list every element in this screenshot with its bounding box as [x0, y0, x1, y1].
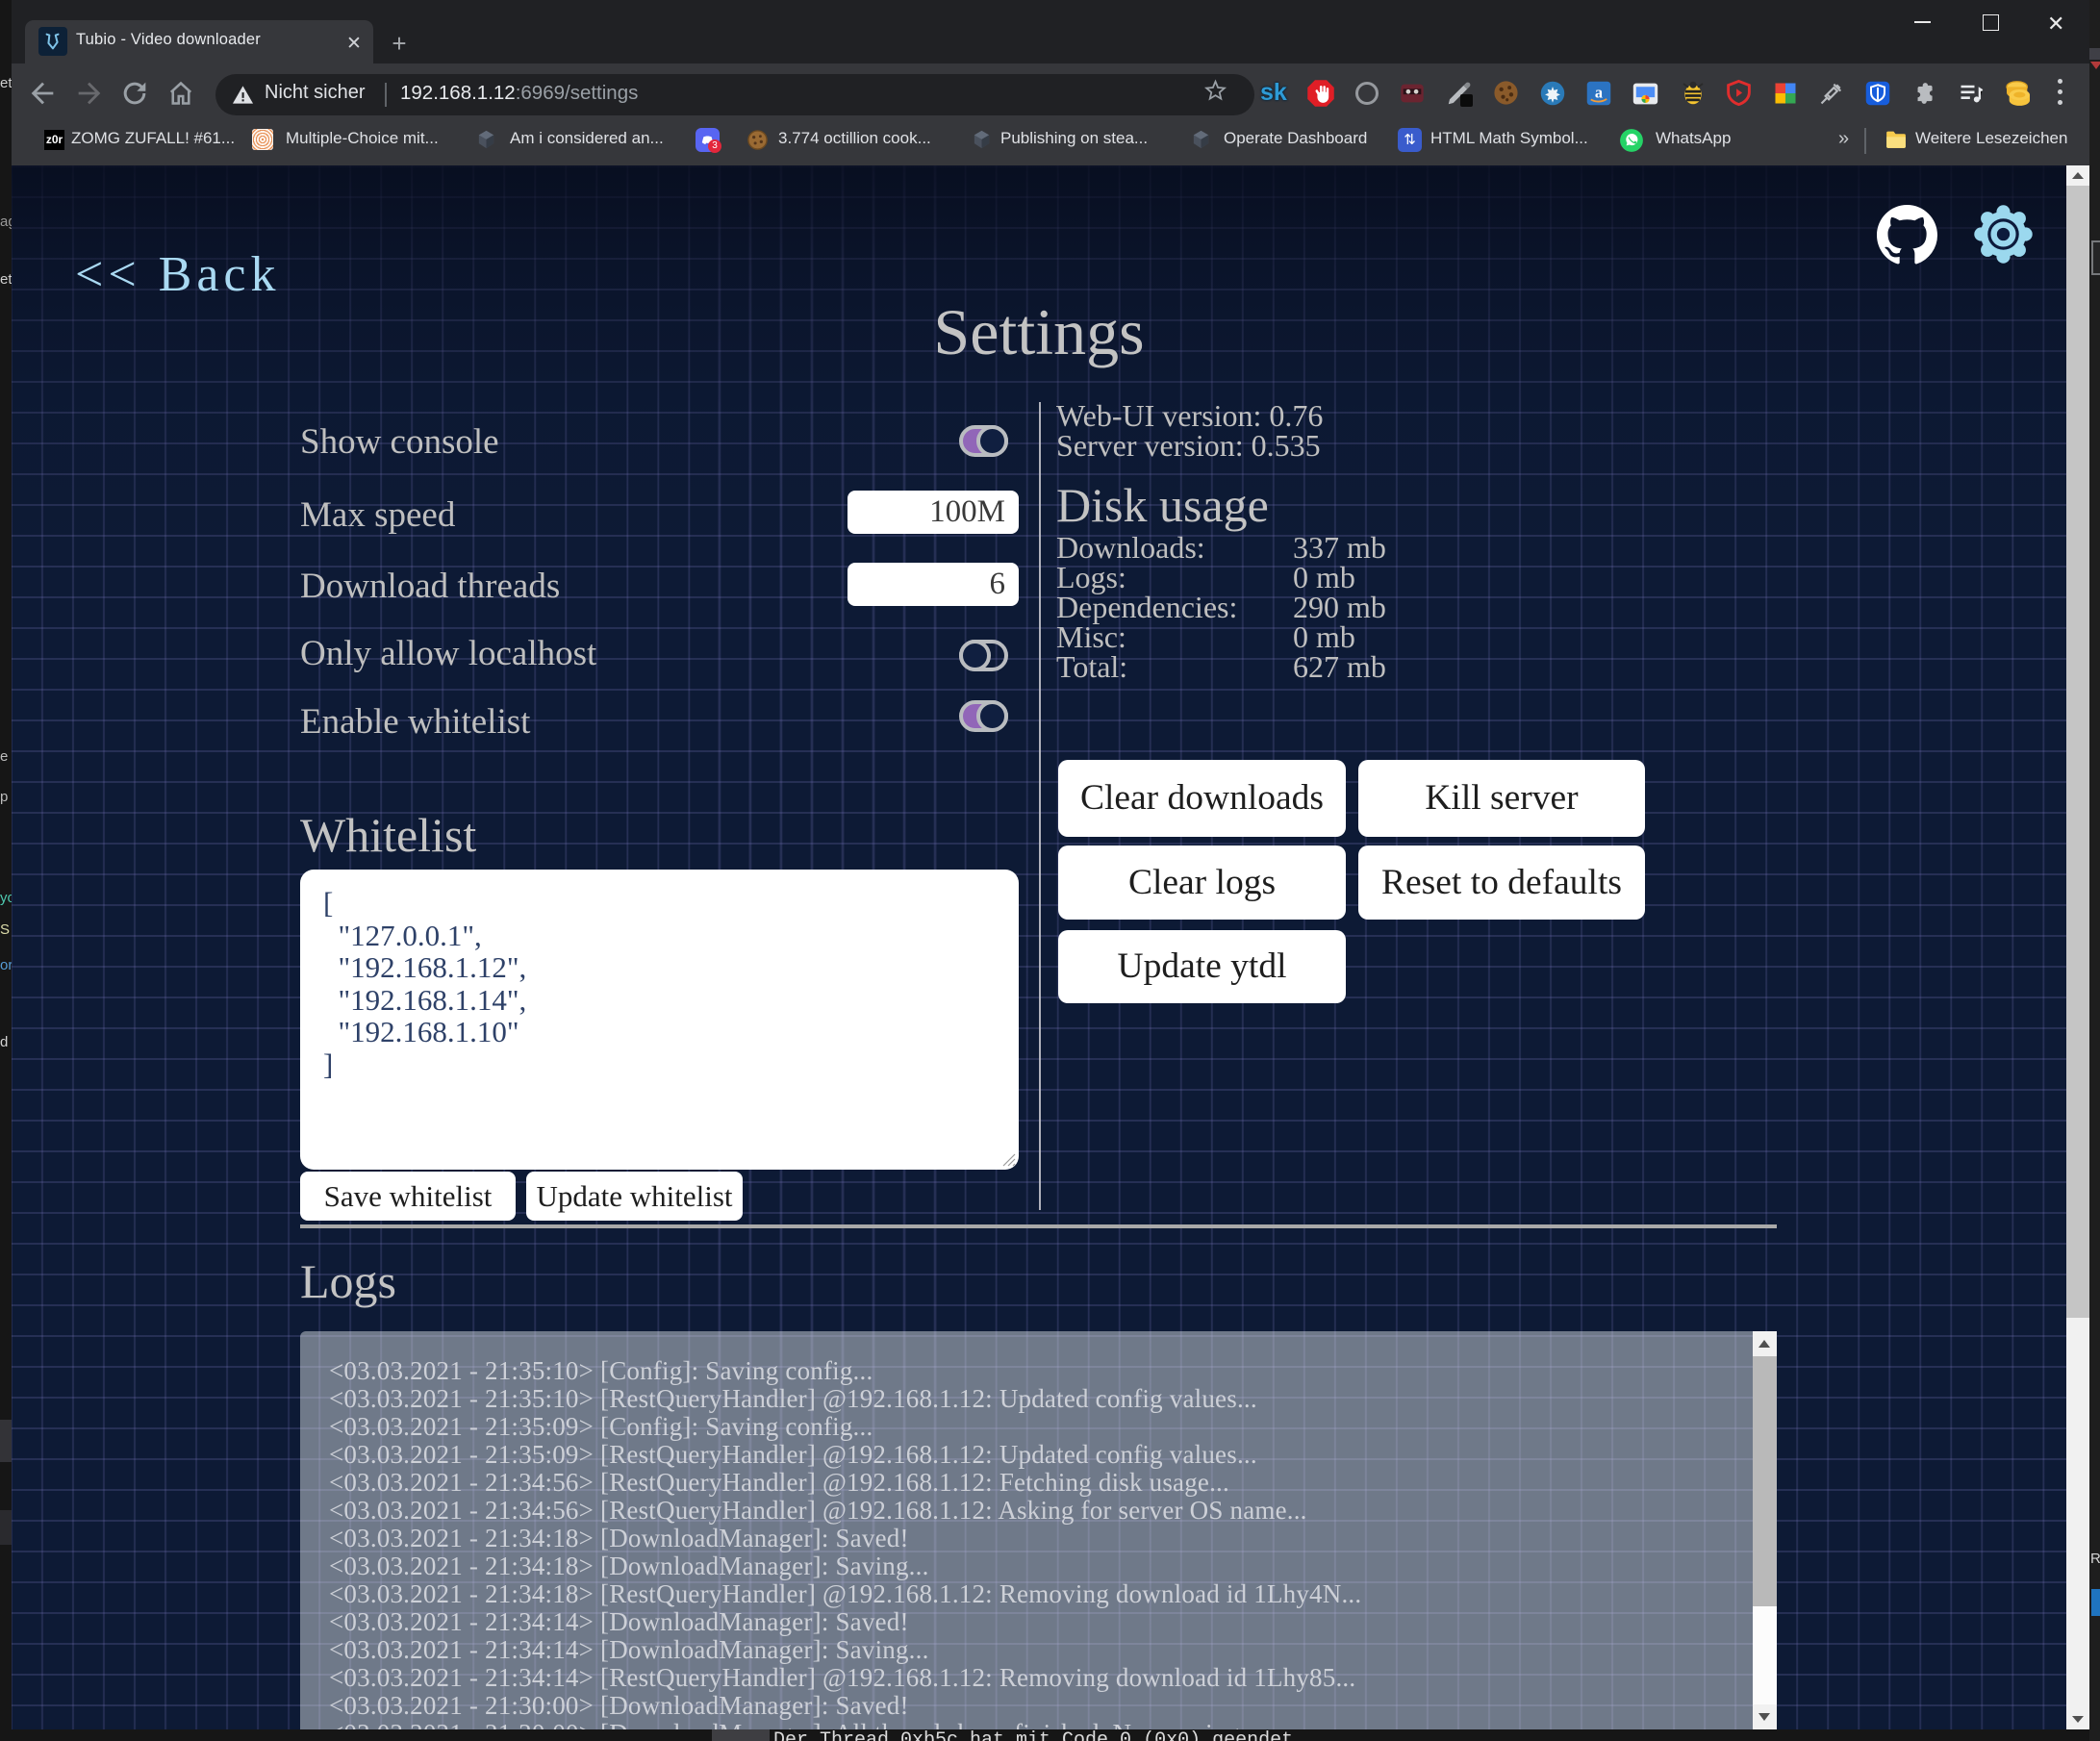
- svg-text:a: a: [1595, 84, 1603, 102]
